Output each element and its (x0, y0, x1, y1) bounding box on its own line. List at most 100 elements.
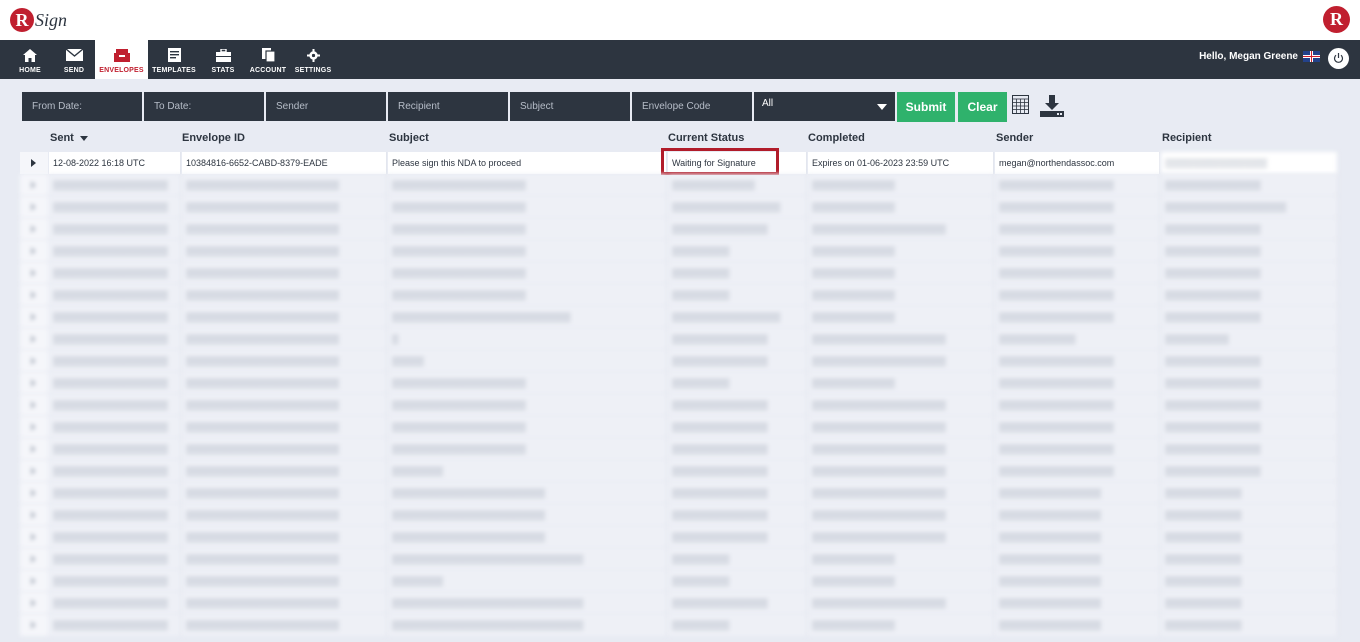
expand-row-icon[interactable] (20, 416, 48, 438)
from-date-input[interactable]: From Date: (22, 92, 142, 121)
cell-status: ▒▒▒▒▒▒▒▒▒ (668, 614, 807, 636)
table-row[interactable]: ▒▒▒▒▒▒▒▒▒▒▒▒▒▒▒▒▒▒ ▒▒▒▒▒▒▒▒▒▒▒▒▒▒▒▒▒▒▒▒▒▒… (20, 548, 1338, 570)
col-status[interactable]: Current Status (668, 132, 744, 144)
nav-envelopes[interactable]: ENVELOPES (95, 40, 148, 79)
cell-envelope-id: ▒▒▒▒▒▒▒▒▒▒▒▒▒▒▒▒▒▒▒▒▒▒▒▒ (182, 174, 387, 196)
expand-row-icon[interactable] (20, 174, 48, 196)
main-nav: HOME SEND ENVELOPES TEMPLATES STATS ACCO… (0, 40, 1360, 79)
logo-text: Sign (35, 9, 68, 30)
table-row[interactable]: ▒▒▒▒▒▒▒▒▒▒▒▒▒▒▒▒▒▒ ▒▒▒▒▒▒▒▒▒▒▒▒▒▒▒▒▒▒▒▒▒▒… (20, 504, 1338, 526)
col-envelope-id[interactable]: Envelope ID (182, 132, 245, 144)
cell-sent: ▒▒▒▒▒▒▒▒▒▒▒▒▒▒▒▒▒▒ (49, 614, 181, 636)
expand-row-icon[interactable] (20, 548, 48, 570)
cell-subject: ▒▒▒▒▒▒▒▒▒▒▒▒▒▒▒▒▒▒▒▒▒ (388, 174, 667, 196)
cell-envelope-id: ▒▒▒▒▒▒▒▒▒▒▒▒▒▒▒▒▒▒▒▒▒▒▒▒ (182, 438, 387, 460)
nav-account[interactable]: ACCOUNT (248, 40, 288, 79)
cell-completed: ▒▒▒▒▒▒▒▒▒▒▒▒▒ (808, 570, 994, 592)
cell-sent: ▒▒▒▒▒▒▒▒▒▒▒▒▒▒▒▒▒▒ (49, 438, 181, 460)
cell-recipient: ▒▒▒▒▒▒▒▒▒▒▒▒▒▒▒ (1161, 262, 1338, 284)
user-greeting[interactable]: Hello, Megan Greene (1199, 51, 1320, 62)
col-completed[interactable]: Completed (808, 132, 865, 144)
table-row[interactable]: ▒▒▒▒▒▒▒▒▒▒▒▒▒▒▒▒▒▒ ▒▒▒▒▒▒▒▒▒▒▒▒▒▒▒▒▒▒▒▒▒▒… (20, 482, 1338, 504)
table-row[interactable]: ▒▒▒▒▒▒▒▒▒▒▒▒▒▒▒▒▒▒ ▒▒▒▒▒▒▒▒▒▒▒▒▒▒▒▒▒▒▒▒▒▒… (20, 240, 1338, 262)
envelope-code-input[interactable]: Envelope Code (632, 92, 752, 121)
table-row[interactable]: ▒▒▒▒▒▒▒▒▒▒▒▒▒▒▒▒▒▒ ▒▒▒▒▒▒▒▒▒▒▒▒▒▒▒▒▒▒▒▒▒▒… (20, 614, 1338, 636)
expand-row-icon[interactable] (20, 350, 48, 372)
envelope-icon (65, 47, 83, 63)
table-row[interactable]: ▒▒▒▒▒▒▒▒▒▒▒▒▒▒▒▒▒▒ ▒▒▒▒▒▒▒▒▒▒▒▒▒▒▒▒▒▒▒▒▒▒… (20, 328, 1338, 350)
power-icon[interactable] (1328, 48, 1349, 69)
cell-envelope-id: ▒▒▒▒▒▒▒▒▒▒▒▒▒▒▒▒▒▒▒▒▒▒▒▒ (182, 548, 387, 570)
col-recipient[interactable]: Recipient (1162, 132, 1212, 144)
table-row[interactable]: ▒▒▒▒▒▒▒▒▒▒▒▒▒▒▒▒▒▒ ▒▒▒▒▒▒▒▒▒▒▒▒▒▒▒▒▒▒▒▒▒▒… (20, 174, 1338, 196)
rsign-logo[interactable]: R Sign (10, 6, 67, 34)
cell-status: ▒▒▒▒▒▒▒▒▒▒▒▒▒▒▒ (668, 394, 807, 416)
cell-envelope-id: ▒▒▒▒▒▒▒▒▒▒▒▒▒▒▒▒▒▒▒▒▒▒▒▒ (182, 372, 387, 394)
expand-row-icon[interactable] (20, 460, 48, 482)
expand-row-icon[interactable] (20, 394, 48, 416)
table-row[interactable]: ▒▒▒▒▒▒▒▒▒▒▒▒▒▒▒▒▒▒ ▒▒▒▒▒▒▒▒▒▒▒▒▒▒▒▒▒▒▒▒▒▒… (20, 284, 1338, 306)
table-row[interactable]: ▒▒▒▒▒▒▒▒▒▒▒▒▒▒▒▒▒▒ ▒▒▒▒▒▒▒▒▒▒▒▒▒▒▒▒▒▒▒▒▒▒… (20, 262, 1338, 284)
expand-row-icon[interactable] (20, 218, 48, 240)
table-row[interactable]: ▒▒▒▒▒▒▒▒▒▒▒▒▒▒▒▒▒▒ ▒▒▒▒▒▒▒▒▒▒▒▒▒▒▒▒▒▒▒▒▒▒… (20, 372, 1338, 394)
table-row[interactable]: ▒▒▒▒▒▒▒▒▒▒▒▒▒▒▒▒▒▒ ▒▒▒▒▒▒▒▒▒▒▒▒▒▒▒▒▒▒▒▒▒▒… (20, 460, 1338, 482)
nav-settings[interactable]: SETTINGS (295, 40, 331, 79)
table-row[interactable]: ▒▒▒▒▒▒▒▒▒▒▒▒▒▒▒▒▒▒ ▒▒▒▒▒▒▒▒▒▒▒▒▒▒▒▒▒▒▒▒▒▒… (20, 438, 1338, 460)
cell-envelope-id[interactable]: 10384816-6652-CABD-8379-EADE (182, 152, 387, 174)
clear-button[interactable]: Clear (958, 92, 1007, 122)
cell-sender: ▒▒▒▒▒▒▒▒▒▒▒▒ (995, 328, 1160, 350)
nav-stats[interactable]: STATS (205, 40, 241, 79)
table-row[interactable]: ▒▒▒▒▒▒▒▒▒▒▒▒▒▒▒▒▒▒ ▒▒▒▒▒▒▒▒▒▒▒▒▒▒▒▒▒▒▒▒▒▒… (20, 218, 1338, 240)
status-select-value: All (762, 98, 774, 109)
expand-row-icon[interactable] (20, 328, 48, 350)
cell-sent: ▒▒▒▒▒▒▒▒▒▒▒▒▒▒▒▒▒▒ (49, 196, 181, 218)
table-row[interactable]: ▒▒▒▒▒▒▒▒▒▒▒▒▒▒▒▒▒▒ ▒▒▒▒▒▒▒▒▒▒▒▒▒▒▒▒▒▒▒▒▒▒… (20, 394, 1338, 416)
expand-row-icon[interactable] (20, 482, 48, 504)
status-select[interactable]: All (754, 92, 895, 121)
sender-input[interactable]: Sender (266, 92, 386, 121)
cell-sent: ▒▒▒▒▒▒▒▒▒▒▒▒▒▒▒▒▒▒ (49, 306, 181, 328)
table-row[interactable]: ▒▒▒▒▒▒▒▒▒▒▒▒▒▒▒▒▒▒ ▒▒▒▒▒▒▒▒▒▒▒▒▒▒▒▒▒▒▒▒▒▒… (20, 306, 1338, 328)
expand-row-icon[interactable] (20, 592, 48, 614)
expand-row-icon[interactable] (20, 284, 48, 306)
cell-sent: ▒▒▒▒▒▒▒▒▒▒▒▒▒▒▒▒▒▒ (49, 548, 181, 570)
nav-templates[interactable]: TEMPLATES (152, 40, 196, 79)
expand-row-icon[interactable] (20, 570, 48, 592)
table-row[interactable]: ▒▒▒▒▒▒▒▒▒▒▒▒▒▒▒▒▒▒ ▒▒▒▒▒▒▒▒▒▒▒▒▒▒▒▒▒▒▒▒▒▒… (20, 526, 1338, 548)
cell-completed: ▒▒▒▒▒▒▒▒▒▒▒▒▒▒▒▒▒▒▒▒▒ (808, 460, 994, 482)
nav-send[interactable]: SEND (56, 40, 92, 79)
nav-account-label: ACCOUNT (249, 67, 287, 74)
cell-status: ▒▒▒▒▒▒▒▒▒ (668, 548, 807, 570)
col-sender[interactable]: Sender (996, 132, 1033, 144)
expand-row-icon[interactable] (20, 504, 48, 526)
calendar-icon[interactable] (1012, 94, 1029, 119)
expand-row-icon[interactable] (20, 240, 48, 262)
expand-row-icon[interactable] (20, 526, 48, 548)
subject-input[interactable]: Subject (510, 92, 630, 121)
expand-row-icon[interactable] (20, 306, 48, 328)
expand-row-icon[interactable] (20, 262, 48, 284)
cell-envelope-id: ▒▒▒▒▒▒▒▒▒▒▒▒▒▒▒▒▒▒▒▒▒▒▒▒ (182, 284, 387, 306)
table-row[interactable]: ▒▒▒▒▒▒▒▒▒▒▒▒▒▒▒▒▒▒ ▒▒▒▒▒▒▒▒▒▒▒▒▒▒▒▒▒▒▒▒▒▒… (20, 570, 1338, 592)
col-sent[interactable]: Sent (50, 132, 88, 144)
table-row[interactable]: ▒▒▒▒▒▒▒▒▒▒▒▒▒▒▒▒▒▒ ▒▒▒▒▒▒▒▒▒▒▒▒▒▒▒▒▒▒▒▒▒▒… (20, 196, 1338, 218)
download-icon[interactable] (1040, 95, 1064, 122)
expand-row-icon[interactable] (20, 152, 48, 174)
table-row[interactable]: 12-08-2022 16:18 UTC 10384816-6652-CABD-… (20, 152, 1338, 174)
submit-button[interactable]: Submit (897, 92, 955, 122)
uk-flag-icon[interactable] (1303, 51, 1320, 62)
expand-row-icon[interactable] (20, 372, 48, 394)
cell-subject: ▒▒▒▒▒▒▒▒▒▒▒▒▒▒▒▒▒▒▒▒▒▒▒▒▒▒▒▒▒▒ (388, 592, 667, 614)
table-row[interactable]: ▒▒▒▒▒▒▒▒▒▒▒▒▒▒▒▒▒▒ ▒▒▒▒▒▒▒▒▒▒▒▒▒▒▒▒▒▒▒▒▒▒… (20, 592, 1338, 614)
cell-status: ▒▒▒▒▒▒▒▒▒ (668, 240, 807, 262)
table-row[interactable]: ▒▒▒▒▒▒▒▒▒▒▒▒▒▒▒▒▒▒ ▒▒▒▒▒▒▒▒▒▒▒▒▒▒▒▒▒▒▒▒▒▒… (20, 416, 1338, 438)
col-subject[interactable]: Subject (389, 132, 429, 144)
nav-home[interactable]: HOME (12, 40, 48, 79)
expand-row-icon[interactable] (20, 196, 48, 218)
recipient-input[interactable]: Recipient (388, 92, 508, 121)
expand-row-icon[interactable] (20, 614, 48, 636)
expand-row-icon[interactable] (20, 438, 48, 460)
table-row[interactable]: ▒▒▒▒▒▒▒▒▒▒▒▒▒▒▒▒▒▒ ▒▒▒▒▒▒▒▒▒▒▒▒▒▒▒▒▒▒▒▒▒▒… (20, 350, 1338, 372)
cell-status: ▒▒▒▒▒▒▒▒▒ (668, 570, 807, 592)
to-date-input[interactable]: To Date: (144, 92, 264, 121)
